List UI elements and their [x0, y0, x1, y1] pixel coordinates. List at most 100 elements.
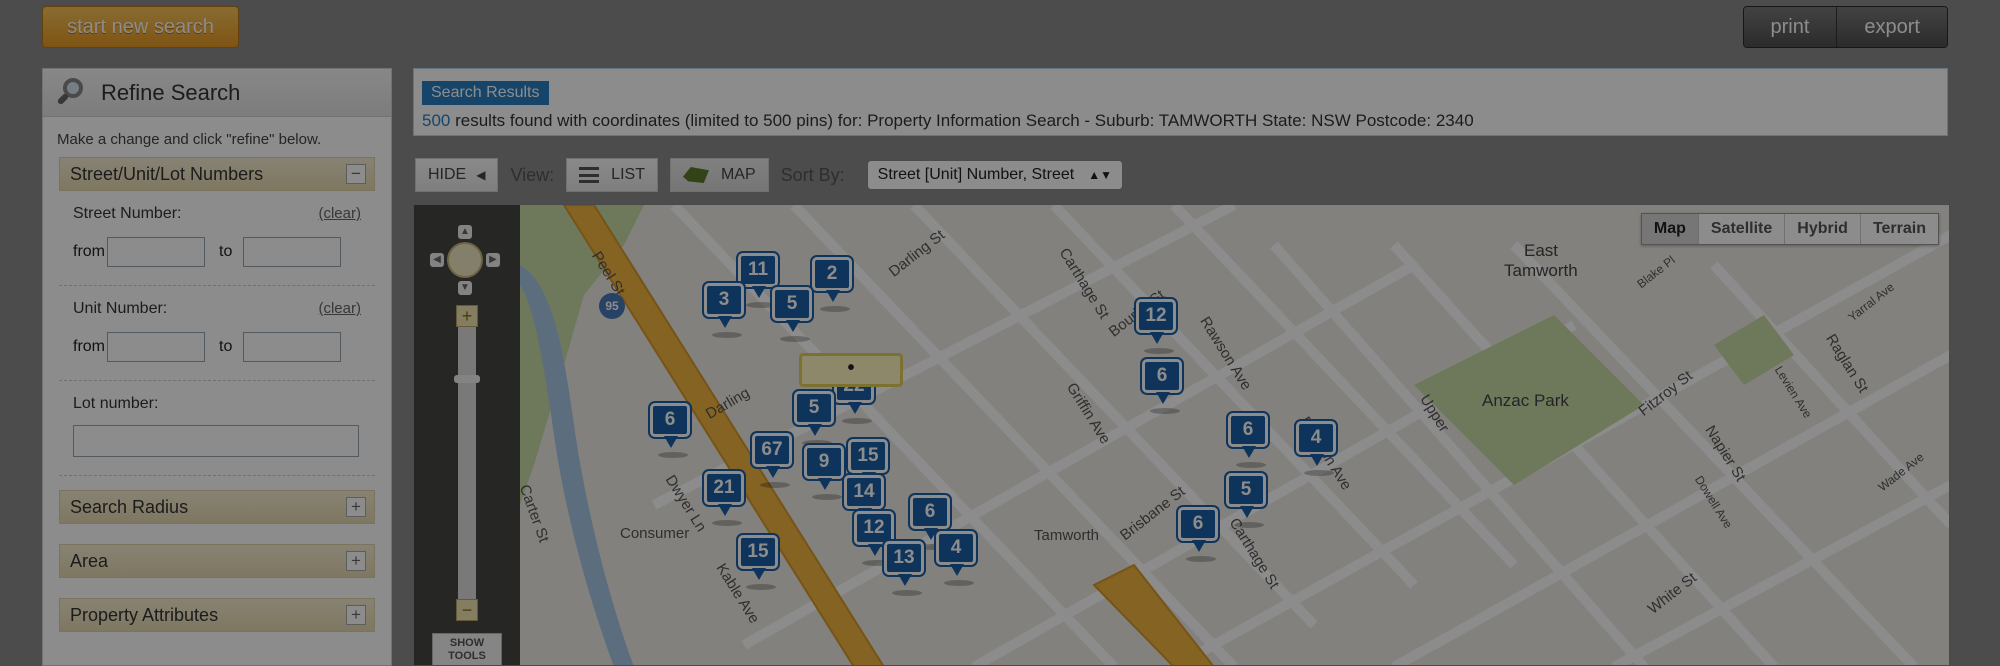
map-type-map[interactable]: Map — [1641, 214, 1699, 244]
section-label: Search Radius — [70, 496, 189, 517]
expand-icon[interactable]: + — [346, 605, 366, 625]
to-label: to — [219, 338, 233, 355]
list-icon — [579, 167, 600, 183]
map-pin[interactable]: 21 — [704, 471, 744, 526]
map-pin[interactable]: 6 — [910, 495, 950, 550]
start-new-search-button[interactable]: start new search — [42, 6, 239, 48]
search-results-tag: Search Results — [422, 81, 549, 105]
from-label: from — [73, 338, 105, 355]
suburb-label: Tamworth — [1504, 261, 1578, 280]
map-pin[interactable]: 6 — [650, 403, 690, 458]
hide-button[interactable]: HIDE ◀ — [415, 158, 499, 192]
map-pin[interactable]: 14 — [844, 475, 884, 530]
unit-number-from-input[interactable] — [107, 332, 205, 362]
map-pin[interactable]: 15 — [738, 535, 778, 590]
view-label: View: — [510, 164, 555, 185]
area-section[interactable]: Area + — [59, 544, 375, 578]
map-label: MAP — [720, 166, 756, 183]
print-button[interactable]: print — [1743, 7, 1838, 47]
highway-shield-icon: 95 — [599, 293, 625, 319]
map-pin[interactable]: 6 — [1178, 507, 1218, 562]
select-arrows-icon: ▲▼ — [1088, 168, 1112, 182]
map-pin[interactable]: 3 — [704, 283, 744, 338]
expand-icon[interactable]: + — [346, 551, 366, 571]
map-pin[interactable]: 4 — [1296, 421, 1336, 476]
search-results-summary: 500 results found with coordinates (limi… — [422, 111, 1474, 131]
top-toolbar: start new search print export — [0, 0, 2000, 50]
clear-street-number-link[interactable]: (clear) — [318, 205, 361, 223]
australia-map-icon — [682, 167, 709, 183]
place-label: Tamworth — [1034, 527, 1100, 544]
refine-search-title: Refine Search — [101, 79, 241, 105]
results-map[interactable]: Map Satellite Hybrid Terrain Peel St Dar… — [413, 204, 1950, 666]
expand-icon[interactable]: + — [346, 497, 366, 517]
zoom-in-button[interactable]: + — [456, 305, 478, 327]
result-count: 500 — [422, 111, 451, 130]
street-number-label: Street Number: — [73, 205, 182, 222]
section-label: Area — [70, 550, 109, 571]
map-pin[interactable]: 67 — [752, 433, 792, 488]
clear-unit-number-link[interactable]: (clear) — [318, 300, 361, 318]
zoom-track[interactable] — [458, 315, 476, 615]
pan-right-icon[interactable]: ▶ — [486, 253, 500, 267]
refine-hint: Make a change and click "refine" below. — [57, 131, 322, 148]
street-number-group: Street Number: (clear) from to — [43, 191, 391, 267]
collapse-icon[interactable]: − — [346, 164, 366, 184]
map-pin[interactable]: 11 — [738, 253, 778, 308]
map-pin[interactable]: 15 — [848, 439, 888, 494]
street-number-to-input[interactable] — [243, 237, 341, 267]
result-description: results found with coordinates (limited … — [450, 111, 1474, 130]
divider — [59, 475, 375, 476]
to-label: to — [219, 243, 233, 260]
lot-number-group: Lot number: — [43, 381, 391, 457]
show-tools-button[interactable]: SHOW TOOLS — [432, 633, 502, 665]
caret-left-icon: ◀ — [476, 168, 486, 182]
map-type-hybrid[interactable]: Hybrid — [1785, 214, 1861, 244]
street-unit-lot-section[interactable]: Street/Unit/Lot Numbers − — [59, 157, 375, 191]
magnifier-icon — [55, 76, 89, 110]
sort-by-label: Sort By: — [780, 164, 845, 185]
map-type-terrain[interactable]: Terrain — [1861, 214, 1938, 244]
lot-number-label: Lot number: — [73, 395, 159, 412]
unit-number-group: Unit Number: (clear) from to — [43, 286, 391, 362]
section-label: Street/Unit/Lot Numbers — [70, 163, 264, 184]
map-pin[interactable]: 5 — [794, 391, 834, 446]
section-label: Property Attributes — [70, 604, 219, 625]
map-pin[interactable]: 12 — [1136, 299, 1176, 354]
park-label: Anzac Park — [1482, 391, 1569, 410]
zoom-slider-handle[interactable] — [454, 375, 480, 383]
pan-down-icon[interactable]: ▼ — [458, 281, 472, 295]
sort-by-select[interactable]: Street [Unit] Number, Street ▲▼ — [866, 160, 1123, 190]
pan-up-icon[interactable]: ▲ — [458, 225, 472, 239]
lot-number-input[interactable] — [73, 425, 359, 457]
refine-search-panel: Refine Search Make a change and click "r… — [42, 68, 392, 666]
map-pin[interactable]: 5 — [1226, 473, 1266, 528]
map-pin[interactable]: 4 — [936, 531, 976, 586]
map-pin[interactable]: 6 — [1142, 359, 1182, 414]
view-toolbar: HIDE ◀ View: LIST MAP Sort By: Street [Un… — [415, 158, 1123, 192]
map-pin[interactable]: 6 — [1228, 413, 1268, 468]
map-view-button[interactable]: MAP — [669, 158, 769, 192]
map-pin[interactable]: 9 — [804, 445, 844, 500]
selected-pin-bubble[interactable]: • — [799, 353, 903, 387]
map-type-selector: Map Satellite Hybrid Terrain — [1640, 213, 1939, 245]
property-attributes-section[interactable]: Property Attributes + — [59, 598, 375, 632]
place-label: Consumer — [620, 525, 690, 542]
map-pin[interactable]: 13 — [884, 541, 924, 596]
pan-control[interactable]: ▲ ◀ ▶ ▼ — [430, 225, 500, 295]
street-number-from-input[interactable] — [107, 237, 205, 267]
map-pin[interactable]: 2 — [812, 257, 852, 312]
unit-number-to-input[interactable] — [243, 332, 341, 362]
export-button[interactable]: export — [1837, 7, 1947, 47]
search-results-box: Search Results 500 results found with co… — [413, 68, 1948, 136]
map-type-satellite[interactable]: Satellite — [1699, 214, 1786, 244]
zoom-out-button[interactable]: − — [456, 599, 478, 621]
australia-pan-icon[interactable] — [447, 242, 483, 278]
list-view-button[interactable]: LIST — [566, 158, 658, 192]
sort-value: Street [Unit] Number, Street — [877, 166, 1075, 183]
map-pin[interactable]: 12 — [854, 511, 894, 566]
hide-label: HIDE — [428, 166, 467, 183]
search-radius-section[interactable]: Search Radius + — [59, 490, 375, 524]
pan-left-icon[interactable]: ◀ — [430, 253, 444, 267]
map-pin[interactable]: 5 — [772, 287, 812, 342]
